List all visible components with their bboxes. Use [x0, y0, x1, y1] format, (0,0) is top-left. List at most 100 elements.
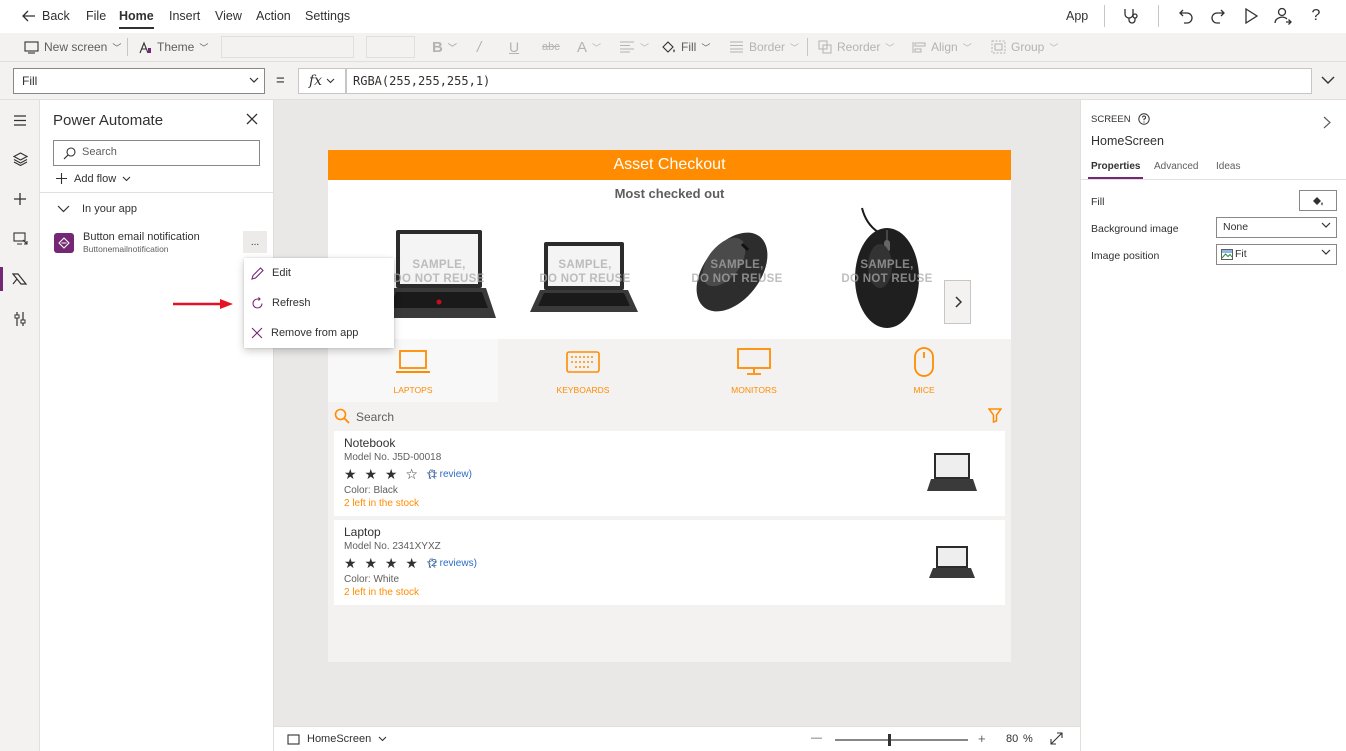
paint-bucket-icon	[1313, 196, 1323, 205]
play-icon[interactable]	[1240, 5, 1262, 27]
group-button[interactable]: Group ﹀	[991, 39, 1058, 55]
list-item[interactable]: Laptop Model No. 2341XYXZ ★ ★ ★ ★ ☆ (2 r…	[334, 520, 1005, 605]
font-size-dropdown[interactable]	[366, 36, 415, 58]
advanced-tools-icon[interactable]	[9, 308, 31, 330]
expand-formula-icon[interactable]	[1321, 76, 1335, 85]
divider	[1158, 5, 1159, 27]
category-mice[interactable]: MICE	[839, 339, 1009, 402]
hero-gallery: Most checked out SAMPLE, DO NOT REUSE SAM…	[328, 180, 1011, 339]
menu-file[interactable]: File	[86, 9, 106, 23]
reorder-button[interactable]: Reorder ﹀	[818, 39, 894, 55]
filter-icon[interactable]	[988, 408, 1002, 423]
review-link[interactable]: (2 reviews)	[428, 558, 477, 569]
fill-label: Fill	[681, 40, 697, 54]
fill-color-picker[interactable]	[1299, 190, 1337, 211]
strikethrough-button[interactable]: abc	[542, 39, 560, 55]
zoom-slider[interactable]	[835, 734, 968, 746]
zoom-value[interactable]: 80	[1006, 733, 1018, 745]
laptop-icon	[395, 347, 431, 377]
screen-icon	[287, 733, 300, 745]
app-search-input[interactable]: Search	[334, 406, 1006, 428]
image-position-dropdown[interactable]: Fit	[1216, 244, 1337, 265]
flow-search-input[interactable]: Search	[53, 140, 260, 166]
zoom-slider-thumb[interactable]	[888, 734, 891, 746]
fx-button[interactable]: fx	[298, 68, 346, 94]
category-laptops[interactable]: LAPTOPS	[328, 339, 498, 402]
category-monitors[interactable]: MONITORS	[669, 339, 839, 402]
item-title: Laptop	[344, 525, 381, 539]
menu-settings[interactable]: Settings	[305, 9, 350, 23]
help-icon[interactable]: ?	[1305, 5, 1327, 27]
bold-button[interactable]: B ﹀	[432, 39, 457, 56]
share-user-icon[interactable]	[1272, 5, 1294, 27]
font-color-button[interactable]: A ﹀	[577, 39, 601, 56]
italic-button[interactable]: /	[477, 39, 481, 56]
fit-to-window-icon[interactable]	[1050, 732, 1063, 745]
theme-label: Theme	[157, 40, 195, 54]
menu-item-refresh[interactable]: Refresh	[244, 288, 394, 318]
data-source-icon[interactable]	[9, 228, 31, 250]
in-your-app-section-toggle[interactable]: In your app	[57, 203, 137, 215]
gallery-next-button[interactable]	[944, 280, 971, 324]
help-circle-icon[interactable]	[1137, 113, 1150, 125]
border-button[interactable]: Border ﹀	[729, 39, 799, 55]
app-screen-preview[interactable]: Asset Checkout Most checked out SAMPLE, D…	[328, 150, 1011, 662]
product-image-laptop-2[interactable]: SAMPLE, DO NOT REUSE	[520, 222, 650, 332]
reorder-label: Reorder	[837, 40, 881, 54]
undo-icon[interactable]	[1175, 5, 1197, 27]
reorder-icon	[818, 40, 832, 54]
power-automate-icon[interactable]	[9, 268, 31, 290]
underline-button[interactable]: U	[509, 39, 519, 55]
category-keyboards[interactable]: KEYBOARDS	[498, 339, 668, 402]
back-label: Back	[42, 9, 70, 23]
screen-icon	[24, 40, 39, 54]
menu-action[interactable]: Action	[256, 9, 291, 23]
theme-button[interactable]: Theme ﹀	[138, 39, 208, 55]
hamburger-menu-icon[interactable]	[9, 109, 31, 131]
product-image-mouse-2[interactable]: SAMPLE, DO NOT REUSE	[822, 206, 952, 332]
more-options-button[interactable]: ...	[243, 231, 267, 253]
review-link[interactable]: (1 review)	[428, 469, 472, 480]
screen-selector[interactable]: HomeScreen	[287, 733, 387, 745]
add-flow-button[interactable]: Add flow	[55, 172, 131, 185]
redo-icon[interactable]	[1207, 5, 1229, 27]
text-align-button[interactable]: ﹀	[619, 39, 649, 55]
tab-properties[interactable]: Properties	[1087, 161, 1144, 179]
divider	[1104, 5, 1105, 27]
pane-title: Power Automate	[53, 112, 164, 129]
tab-advanced[interactable]: Advanced	[1154, 161, 1198, 172]
menu-home[interactable]: Home	[119, 9, 154, 29]
close-icon	[251, 327, 263, 339]
list-item[interactable]: Notebook Model No. J5D-00018 ★ ★ ★ ☆ ☆ (…	[334, 431, 1005, 516]
stethoscope-icon[interactable]	[1120, 5, 1142, 27]
app-search-placeholder: Search	[356, 410, 395, 424]
collapse-pane-chevron-icon[interactable]	[1323, 116, 1331, 129]
property-dropdown[interactable]: Fill	[13, 68, 265, 94]
chevron-down-icon: ﹀	[112, 42, 122, 53]
insert-plus-icon[interactable]	[9, 188, 31, 210]
tab-ideas[interactable]: Ideas	[1216, 161, 1240, 172]
category-label: LAPTOPS	[393, 385, 433, 395]
app-checker-label[interactable]: App	[1066, 9, 1088, 23]
menu-view[interactable]: View	[215, 9, 242, 23]
image-position-label: Image position	[1091, 250, 1160, 262]
zoom-out-button[interactable]: —	[811, 732, 822, 744]
align-button[interactable]: Align ﹀	[912, 39, 972, 55]
zoom-in-button[interactable]: +	[978, 731, 986, 746]
font-family-dropdown[interactable]	[221, 36, 354, 58]
item-thumbnail-laptop	[929, 546, 975, 578]
close-icon[interactable]	[246, 113, 258, 125]
keyboard-icon	[565, 347, 601, 377]
menu-insert[interactable]: Insert	[169, 9, 200, 23]
fill-button[interactable]: Fill ﹀	[661, 39, 710, 55]
background-image-dropdown[interactable]: None	[1216, 217, 1337, 238]
menu-item-remove[interactable]: Remove from app	[244, 318, 394, 348]
product-image-mouse-1[interactable]: SAMPLE, DO NOT REUSE	[672, 222, 802, 332]
new-screen-button[interactable]: New screen ﹀	[24, 39, 121, 55]
tree-view-layers-icon[interactable]	[9, 148, 31, 170]
back-button[interactable]: Back	[22, 9, 70, 23]
formula-input[interactable]: RGBA(255,255,255,1)	[346, 68, 1312, 94]
category-label: MICE	[913, 385, 935, 395]
menu-item-edit[interactable]: Edit	[244, 258, 394, 288]
flow-item[interactable]: Button email notification Buttonemailnot…	[53, 230, 267, 258]
